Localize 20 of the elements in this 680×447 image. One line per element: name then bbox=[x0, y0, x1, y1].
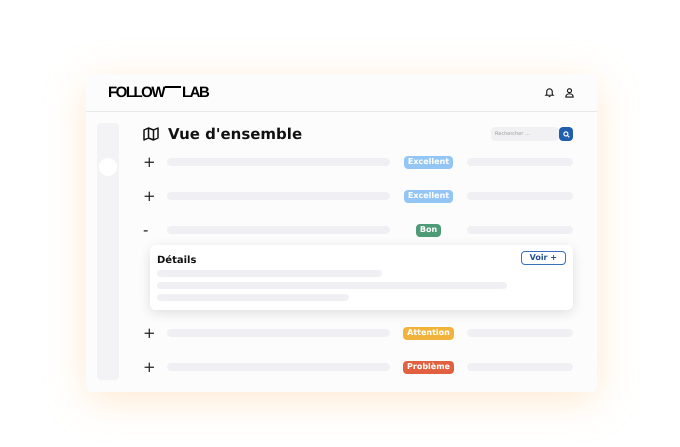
status-badge: Bon bbox=[416, 224, 442, 236]
expand-toggle[interactable]: + bbox=[143, 360, 159, 374]
logo: FOLLOW bbox=[108, 85, 164, 100]
map-icon bbox=[143, 127, 159, 141]
expand-toggle[interactable]: + bbox=[143, 154, 159, 170]
status-badge: Attention bbox=[403, 326, 454, 340]
details-title: Détails bbox=[157, 254, 196, 268]
user-icon[interactable] bbox=[564, 87, 575, 98]
view-more-button[interactable]: Voir + bbox=[520, 251, 566, 265]
expand-toggle[interactable]: + bbox=[143, 326, 159, 340]
status-badge: Excellent bbox=[404, 190, 454, 202]
search-button[interactable] bbox=[559, 127, 573, 141]
status-badge: Problème bbox=[403, 360, 454, 374]
status-badge: Excellent bbox=[404, 156, 454, 168]
logo: LAB bbox=[182, 85, 208, 100]
page-title: Vue d'ensemble bbox=[168, 124, 302, 145]
expand-toggle[interactable]: + bbox=[143, 188, 159, 204]
collapse-toggle[interactable]: - bbox=[143, 222, 159, 238]
bell-icon[interactable] bbox=[544, 87, 555, 98]
search-icon bbox=[562, 130, 570, 138]
